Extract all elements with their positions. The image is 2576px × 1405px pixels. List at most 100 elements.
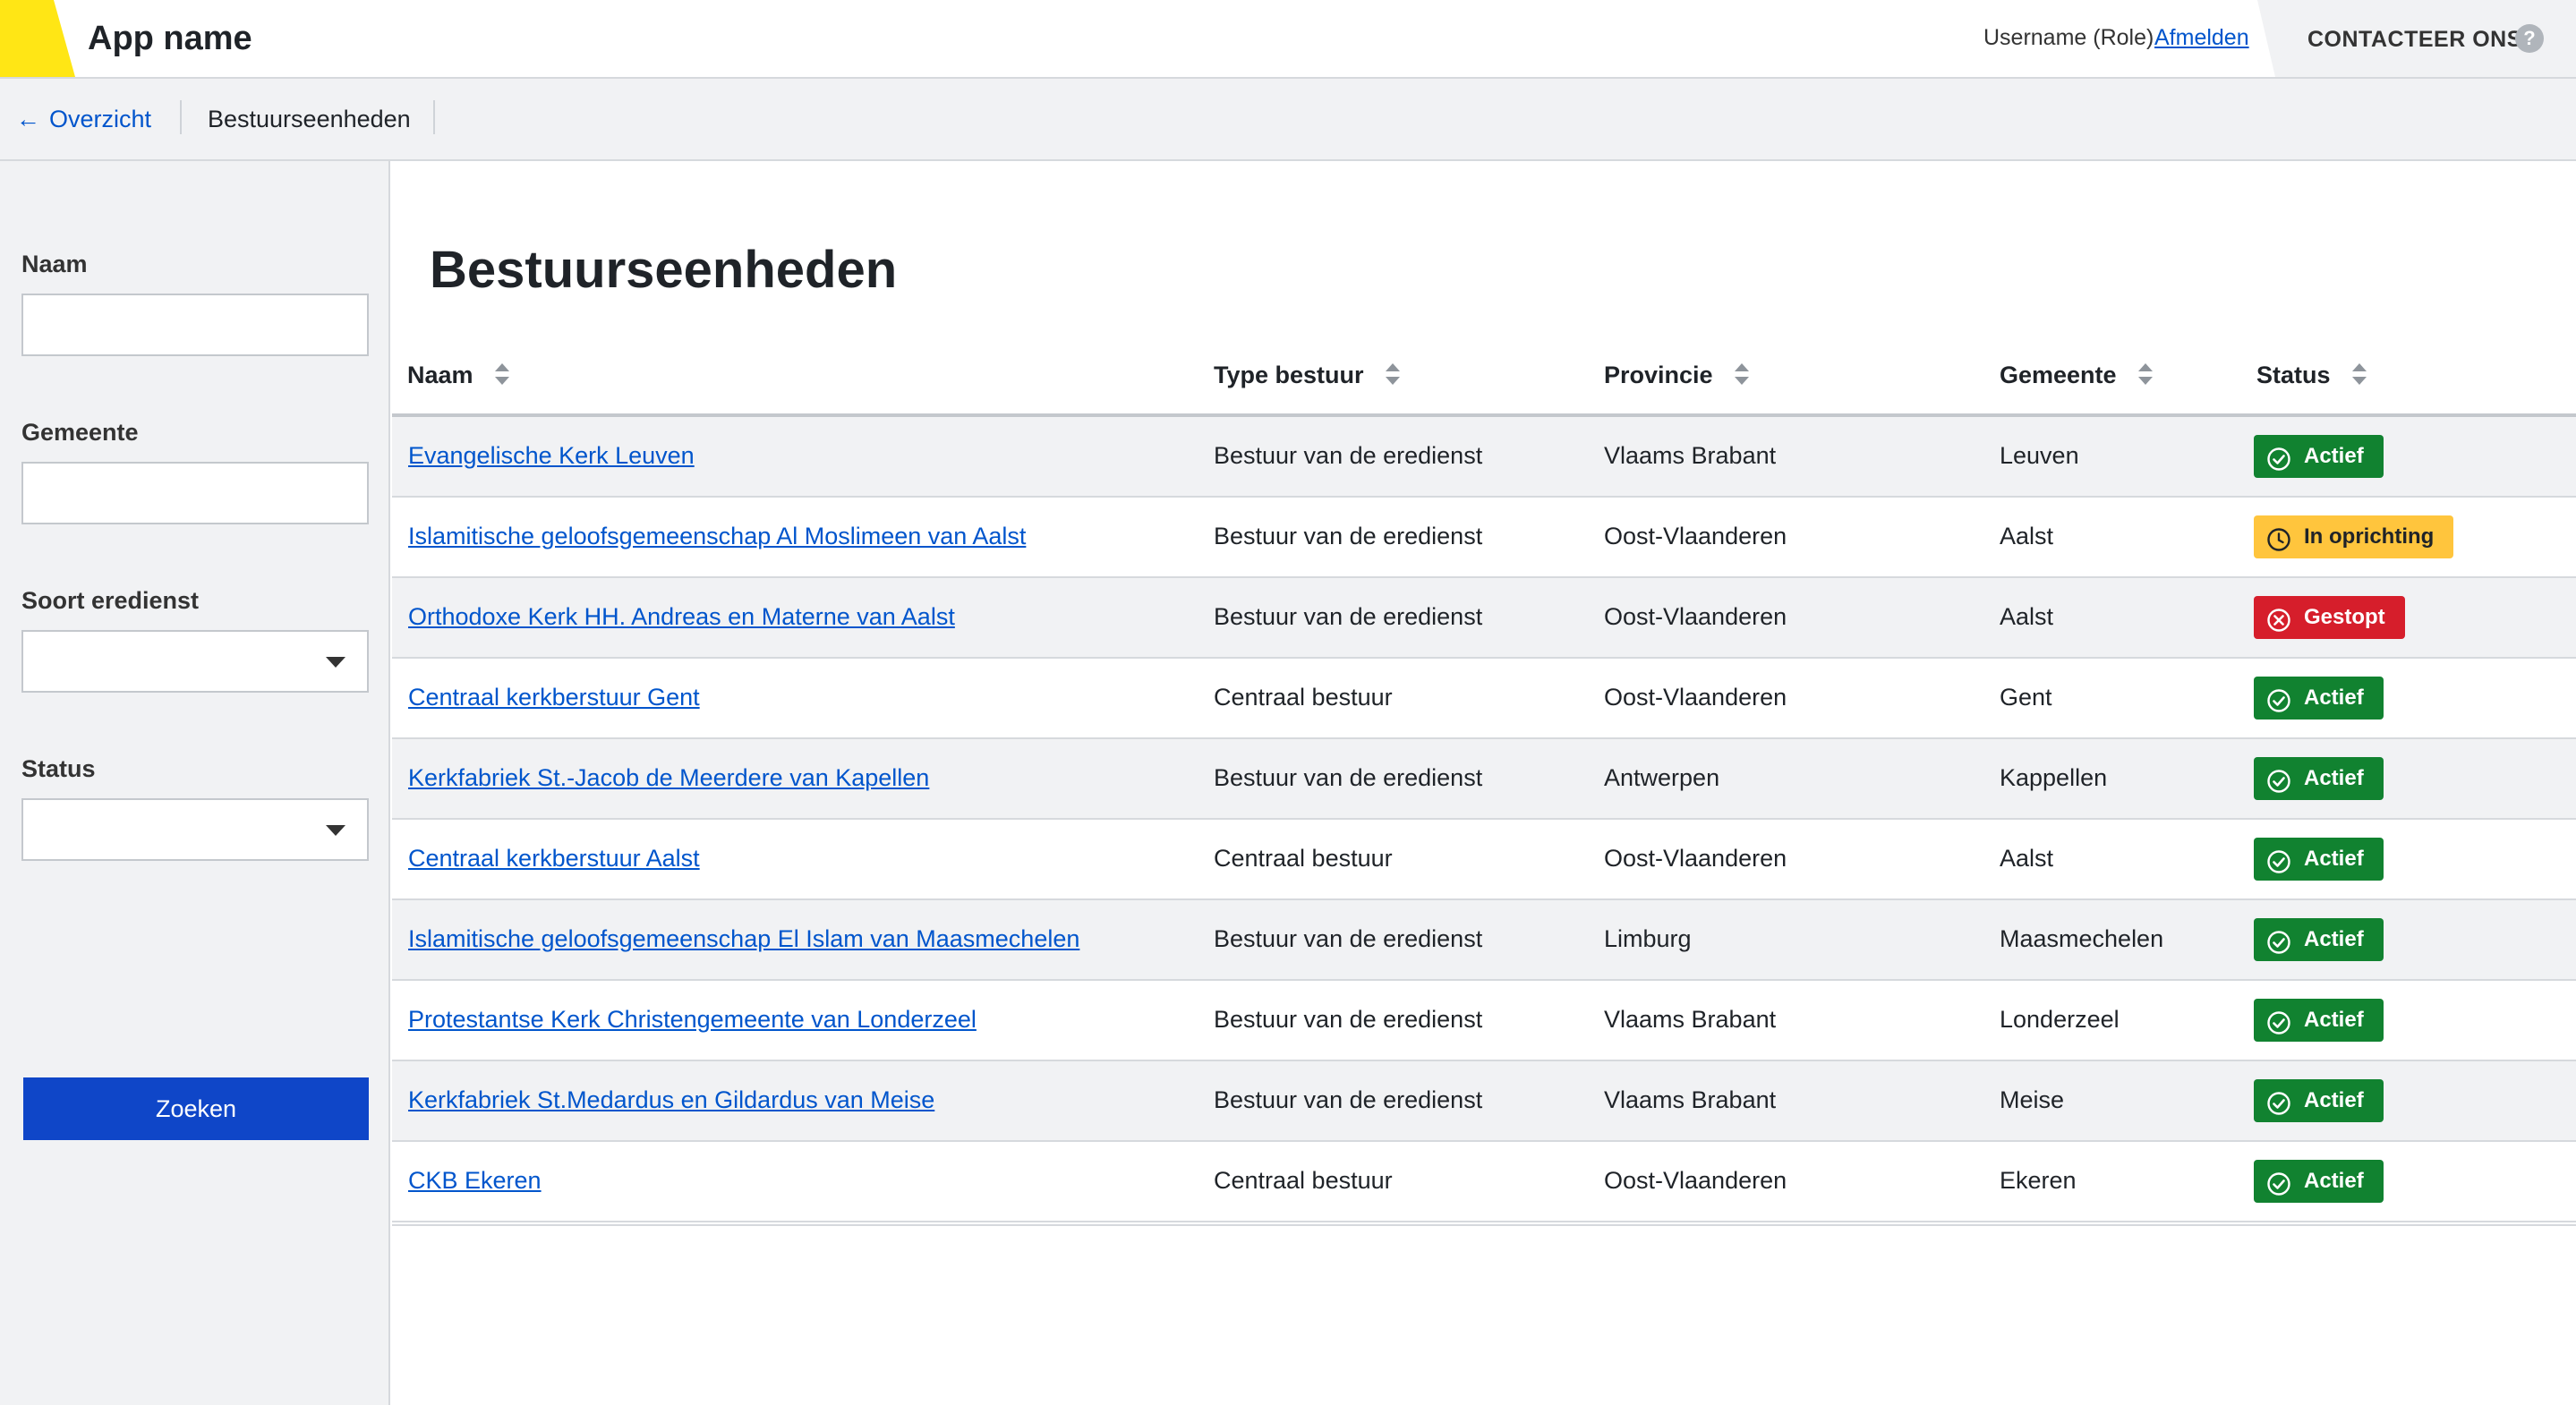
row-gemeente: Aalst: [2000, 603, 2054, 630]
table-row[interactable]: Centraal kerkberstuur Aalst Centraal best…: [392, 820, 2576, 900]
row-gemeente: Maasmechelen: [2000, 925, 2164, 952]
status-badge: In oprichting: [2254, 515, 2454, 558]
logout-link[interactable]: Afmelden: [2154, 25, 2249, 51]
row-naam-link[interactable]: CKB Ekeren: [408, 1167, 542, 1195]
row-gemeente: Aalst: [2000, 523, 2054, 549]
table-row[interactable]: Evangelische Kerk Leuven Bestuur van de e…: [392, 417, 2576, 498]
row-naam-link[interactable]: Islamitische geloofsgemeenschap Al Mosli…: [408, 523, 1026, 550]
row-type: Bestuur van de eredienst: [1214, 523, 1483, 549]
column-header-naam[interactable]: Naam: [407, 362, 509, 389]
check-circle-icon: [2266, 444, 2291, 471]
row-naam-link[interactable]: Kerkfabriek St.Medardus en Gildardus van…: [408, 1086, 934, 1114]
row-provincie: Oost-Vlaanderen: [1604, 684, 1787, 711]
table-row[interactable]: Orthodoxe Kerk HH. Andreas en Materne va…: [392, 578, 2576, 659]
status-badge-label: Actief: [2304, 444, 2364, 468]
row-type: Bestuur van de eredienst: [1214, 442, 1483, 469]
row-type: Bestuur van de eredienst: [1214, 925, 1483, 952]
row-provincie: Oost-Vlaanderen: [1604, 1167, 1787, 1194]
row-provincie: Oost-Vlaanderen: [1604, 845, 1787, 872]
row-gemeente: Ekeren: [2000, 1167, 2077, 1194]
table-bottom-divider: [392, 1224, 2576, 1226]
contact-button[interactable]: CONTACTEER ONS ?: [2257, 0, 2576, 77]
status-badge: Actief: [2254, 1160, 2384, 1203]
row-provincie: Oost-Vlaanderen: [1604, 523, 1787, 549]
row-naam-link[interactable]: Centraal kerkberstuur Gent: [408, 684, 700, 711]
table-row[interactable]: Protestantse Kerk Christengemeente van L…: [392, 981, 2576, 1061]
sort-icon[interactable]: [1734, 362, 1749, 387]
soort-eredienst-select[interactable]: [21, 630, 369, 693]
search-button[interactable]: Zoeken: [23, 1077, 369, 1140]
table-row[interactable]: Kerkfabriek St.-Jacob de Meerdere van Ka…: [392, 739, 2576, 820]
user-role: Username (Role): [1983, 25, 2154, 50]
check-circle-icon: [2266, 1088, 2291, 1115]
naam-input[interactable]: [21, 294, 369, 356]
row-type: Bestuur van de eredienst: [1214, 603, 1483, 630]
chevron-down-icon: [326, 825, 345, 836]
sort-icon[interactable]: [2351, 362, 2367, 387]
row-gemeente: Londerzeel: [2000, 1006, 2120, 1033]
back-link[interactable]: ← Overzicht: [16, 106, 151, 133]
table-body: Evangelische Kerk Leuven Bestuur van de e…: [392, 417, 2576, 1222]
help-icon[interactable]: ?: [2515, 24, 2544, 53]
check-circle-icon: [2266, 1008, 2291, 1035]
arrow-left-icon: ←: [16, 106, 40, 132]
row-provincie: Limburg: [1604, 925, 1692, 952]
table-row[interactable]: Kerkfabriek St.Medardus en Gildardus van…: [392, 1061, 2576, 1142]
column-header-type[interactable]: Type bestuur: [1214, 362, 1400, 389]
back-label: Overzicht: [49, 106, 152, 132]
row-type: Centraal bestuur: [1214, 1167, 1393, 1194]
column-header-status[interactable]: Status: [2256, 362, 2367, 389]
chevron-down-icon: [326, 657, 345, 668]
status-badge: Actief: [2254, 999, 2384, 1042]
status-badge-label: In oprichting: [2304, 524, 2435, 549]
status-badge: Actief: [2254, 435, 2384, 478]
status-badge: Actief: [2254, 838, 2384, 881]
gemeente-input[interactable]: [21, 462, 369, 524]
breadcrumb-current: Bestuurseenheden: [208, 106, 411, 132]
breadcrumb-divider: [180, 100, 182, 134]
column-label: Status: [2256, 362, 2331, 388]
sort-icon[interactable]: [1385, 362, 1400, 387]
results-table: Naam Type bestuur Provincie Gemeente Sta…: [392, 340, 2576, 1222]
status-badge: Gestopt: [2254, 596, 2405, 639]
table-row[interactable]: Islamitische geloofsgemeenschap El Islam…: [392, 900, 2576, 981]
check-circle-icon: [2266, 766, 2291, 793]
row-gemeente: Kappellen: [2000, 764, 2108, 791]
status-badge: Actief: [2254, 918, 2384, 961]
brand-flag: [0, 0, 75, 77]
row-naam-link[interactable]: Islamitische geloofsgemeenschap El Islam…: [408, 925, 1079, 953]
column-label: Type bestuur: [1214, 362, 1364, 388]
status-badge-label: Actief: [2304, 685, 2364, 710]
column-header-gemeente[interactable]: Gemeente: [2000, 362, 2153, 389]
breadcrumb-divider: [433, 100, 435, 134]
row-gemeente: Meise: [2000, 1086, 2065, 1113]
sort-icon[interactable]: [2137, 362, 2153, 387]
row-type: Bestuur van de eredienst: [1214, 764, 1483, 791]
row-gemeente: Leuven: [2000, 442, 2079, 469]
table-row[interactable]: Islamitische geloofsgemeenschap Al Mosli…: [392, 498, 2576, 578]
column-header-provincie[interactable]: Provincie: [1604, 362, 1749, 389]
table-header: Naam Type bestuur Provincie Gemeente Sta…: [392, 340, 2576, 417]
sort-icon[interactable]: [494, 362, 509, 387]
contact-label: CONTACTEER ONS: [2307, 27, 2522, 52]
row-naam-link[interactable]: Orthodoxe Kerk HH. Andreas en Materne va…: [408, 603, 955, 631]
column-label: Gemeente: [2000, 362, 2117, 388]
status-select[interactable]: [21, 798, 369, 861]
row-naam-link[interactable]: Kerkfabriek St.-Jacob de Meerdere van Ka…: [408, 764, 929, 792]
check-circle-icon: [2266, 1169, 2291, 1196]
app-name[interactable]: App name: [88, 20, 252, 58]
status-badge-label: Gestopt: [2304, 605, 2385, 629]
row-naam-link[interactable]: Evangelische Kerk Leuven: [408, 442, 695, 470]
status-badge-label: Actief: [2304, 927, 2364, 951]
row-naam-link[interactable]: Centraal kerkberstuur Aalst: [408, 845, 700, 873]
page-title: Bestuurseenheden: [430, 241, 898, 299]
status-badge-label: Actief: [2304, 1008, 2364, 1032]
table-row[interactable]: Centraal kerkberstuur Gent Centraal bestu…: [392, 659, 2576, 739]
status-badge-label: Actief: [2304, 766, 2364, 790]
row-naam-link[interactable]: Protestantse Kerk Christengemeente van L…: [408, 1006, 977, 1034]
row-provincie: Antwerpen: [1604, 764, 1720, 791]
status-badge-label: Actief: [2304, 1169, 2364, 1193]
table-row[interactable]: CKB Ekeren Centraal bestuur Oost-Vlaandere…: [392, 1142, 2576, 1222]
check-circle-icon: [2266, 685, 2291, 712]
row-type: Centraal bestuur: [1214, 845, 1393, 872]
